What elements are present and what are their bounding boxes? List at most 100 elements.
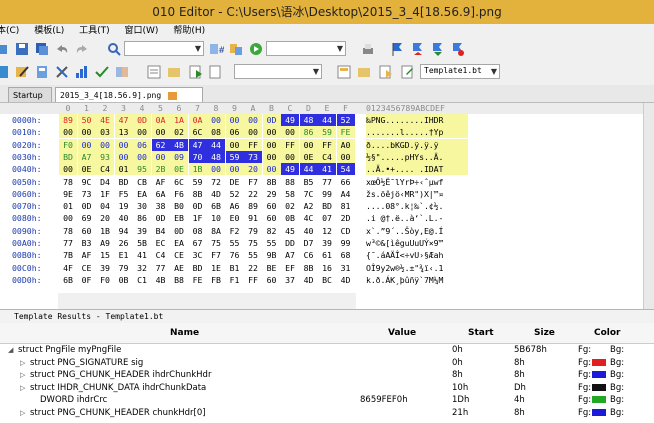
result-row[interactable]: ◢ struct PngFile myPngFile 0h 5B678h Fg: Bg: (0, 344, 654, 356)
hex-byte[interactable]: 00 (262, 150, 281, 163)
hex-byte[interactable]: B8 (170, 274, 188, 286)
hex-byte[interactable]: 00 (244, 114, 262, 126)
expand-right-icon[interactable]: ▷ (20, 407, 25, 419)
hex-byte[interactable]: B1 (226, 262, 244, 274)
replace-icon[interactable] (228, 41, 244, 57)
hex-byte[interactable]: 99 (337, 237, 355, 249)
hex-byte[interactable]: 0D (189, 200, 207, 212)
hex-byte[interactable]: 45 (281, 225, 299, 237)
hex-byte[interactable]: 77 (318, 176, 336, 188)
result-row[interactable]: ▷ struct IHDR_CHUNK_DATA ihdrChunkData 10h… (0, 382, 654, 394)
hex-byte[interactable]: F7 (244, 176, 262, 188)
hex-byte[interactable]: FE (336, 126, 355, 139)
hex-byte[interactable]: BE (263, 262, 281, 274)
hex-byte[interactable]: 54 (336, 163, 355, 176)
hex-byte[interactable]: 60 (263, 200, 281, 212)
hex-byte[interactable]: 60 (263, 212, 281, 224)
hex-byte[interactable]: F0 (59, 138, 77, 151)
open-file-icon[interactable] (0, 41, 10, 57)
hex-byte[interactable]: 2D (337, 212, 355, 224)
hex-byte[interactable]: 40 (300, 225, 318, 237)
open-template-icon[interactable] (356, 64, 372, 80)
hex-byte[interactable]: 01 (59, 200, 77, 212)
open-script-icon[interactable] (166, 64, 182, 80)
hex-byte[interactable]: 00 (225, 138, 244, 151)
ascii-text[interactable]: .i @†.ë..à‘`.L.- (366, 212, 468, 224)
hex-byte[interactable]: 9C (78, 176, 96, 188)
hex-byte[interactable]: 37 (281, 274, 299, 286)
color-swatch[interactable] (592, 383, 606, 391)
hex-byte[interactable]: 0D (262, 114, 281, 126)
hex-byte[interactable]: 58 (281, 188, 299, 200)
hex-byte[interactable]: 01 (114, 163, 133, 176)
hex-byte[interactable]: EA (170, 237, 188, 249)
hex-byte[interactable]: 02 (281, 200, 299, 212)
template-combo[interactable]: Template1.bt ▼ (420, 64, 500, 79)
hex-byte[interactable]: 69 (78, 212, 96, 224)
hex-byte[interactable]: 70 (188, 150, 207, 163)
hex-byte[interactable]: 0D (152, 212, 170, 224)
ascii-text[interactable]: x`.”9´..Šòy‚E@.Í (366, 225, 468, 237)
hex-byte[interactable]: 00 (133, 150, 151, 163)
hex-byte[interactable]: 78 (59, 225, 77, 237)
color-swatch[interactable] (592, 396, 606, 403)
hex-byte[interactable]: 6B (59, 274, 77, 286)
goto-combo[interactable]: ▼ (266, 41, 346, 56)
hex-byte[interactable]: 81 (337, 200, 355, 212)
hex-byte[interactable]: 16 (318, 262, 336, 274)
header-value[interactable]: Value (388, 323, 416, 343)
hex-byte[interactable]: B5 (300, 176, 318, 188)
hex-byte[interactable]: 8A (207, 225, 225, 237)
hex-byte[interactable]: EA (133, 188, 151, 200)
hex-byte[interactable]: 00 (77, 138, 96, 151)
hex-byte[interactable]: 78 (59, 176, 77, 188)
hex-byte[interactable]: 29 (263, 188, 281, 200)
ascii-text[interactable]: ½§".....pHYs..Ä. (366, 150, 468, 163)
hex-byte[interactable]: E0 (226, 212, 244, 224)
hex-byte[interactable]: 7B (59, 249, 77, 261)
hex-byte[interactable]: 39 (318, 237, 336, 249)
hex-byte[interactable]: A7 (281, 249, 299, 261)
hex-byte[interactable]: 10 (207, 212, 225, 224)
hex-byte[interactable]: 99 (318, 188, 336, 200)
menu-help[interactable]: 帮助(H) (173, 24, 205, 38)
hex-byte[interactable]: 0E (77, 163, 96, 176)
hex-byte[interactable]: 03 (96, 126, 114, 139)
hex-byte[interactable]: C1 (133, 274, 151, 286)
hex-byte[interactable]: 0E (170, 163, 188, 176)
hex-byte[interactable]: 55 (263, 237, 281, 249)
hex-byte[interactable]: 59 (225, 150, 244, 163)
hex-byte[interactable]: 1F (189, 212, 207, 224)
hex-byte[interactable]: 00 (262, 126, 281, 139)
hex-byte[interactable]: BD (59, 150, 77, 163)
template-editor-icon[interactable] (400, 64, 416, 80)
hex-byte[interactable]: 00 (133, 126, 151, 139)
hex-byte[interactable]: 00 (151, 150, 170, 163)
hex-byte[interactable]: FE (189, 274, 207, 286)
hex-byte[interactable]: 00 (59, 126, 77, 139)
edit-icon[interactable] (14, 64, 30, 80)
hex-byte[interactable]: AF (152, 176, 170, 188)
hex-byte[interactable]: C4 (318, 150, 336, 163)
hex-byte[interactable]: 72 (207, 176, 225, 188)
hex-byte[interactable]: 41 (133, 249, 151, 261)
ascii-text[interactable]: .......l.....†Yp (366, 126, 468, 139)
hex-byte[interactable]: FF (244, 274, 262, 286)
hex-byte[interactable]: 13 (114, 126, 133, 139)
hex-byte[interactable]: 4D (207, 188, 225, 200)
hex-byte[interactable]: 8B (300, 262, 318, 274)
hex-byte[interactable]: 6C (170, 176, 188, 188)
find-next-icon[interactable]: # (208, 41, 224, 57)
hex-byte[interactable]: 4E (96, 114, 114, 126)
hex-byte[interactable]: 0A (188, 114, 207, 126)
hex-byte[interactable]: A2 (300, 200, 318, 212)
hex-byte[interactable]: 2B (151, 163, 170, 176)
ascii-text[interactable]: {¯.áAÄÎ<÷vU›§Æah (366, 249, 468, 261)
vertical-scrollbar[interactable] (643, 103, 654, 309)
hex-byte[interactable]: 6C (188, 126, 207, 139)
expand-right-icon[interactable]: ▷ (20, 382, 25, 394)
hex-byte[interactable]: 61 (318, 249, 336, 261)
color-swatch[interactable] (592, 358, 606, 366)
menu-edit[interactable]: 本(C) (0, 24, 19, 38)
hex-byte[interactable]: FF (281, 138, 299, 151)
